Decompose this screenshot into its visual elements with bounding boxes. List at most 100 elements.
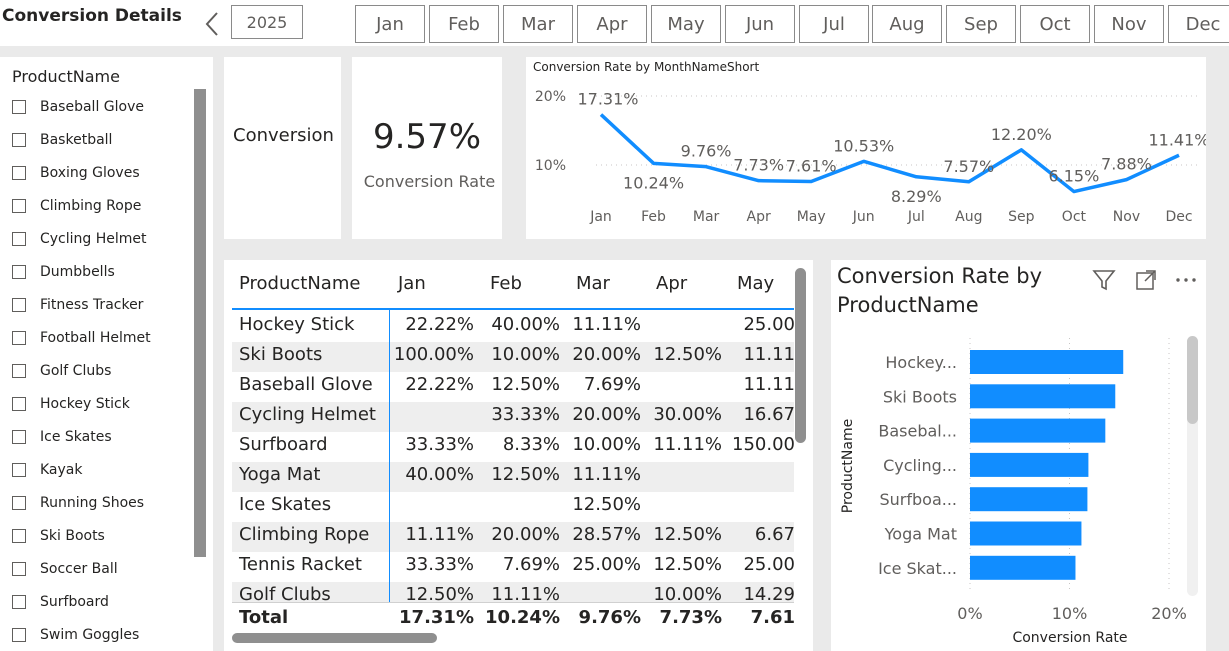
table-cell: 11.11 (743, 374, 795, 395)
month-button-dec[interactable]: Dec (1168, 5, 1229, 43)
month-button-feb[interactable]: Feb (429, 5, 499, 43)
checkbox[interactable] (12, 199, 26, 213)
slicer-scrollbar[interactable] (194, 89, 206, 557)
column-header: Feb (490, 273, 522, 294)
month-button-jul[interactable]: Jul (799, 5, 869, 43)
bar[interactable] (970, 555, 1076, 580)
slicer-item[interactable]: Ice Skates (12, 422, 112, 452)
x-tick-label: Nov (1113, 209, 1140, 225)
bar[interactable] (970, 350, 1124, 374)
header-underline (232, 308, 794, 310)
card-value: 9.57% (372, 117, 481, 157)
bar[interactable] (970, 384, 1116, 409)
month-button-sep[interactable]: Sep (946, 5, 1016, 43)
slicer-item[interactable]: Kayak (12, 455, 83, 485)
bar[interactable] (970, 521, 1082, 546)
checkbox[interactable] (12, 628, 26, 642)
table-cell: 20.00% (491, 524, 560, 545)
slicer-item[interactable]: Boxing Gloves (12, 158, 140, 188)
month-button-oct[interactable]: Oct (1020, 5, 1090, 43)
column-header: ProductName (239, 273, 361, 294)
x-tick-label: Aug (955, 209, 982, 225)
conversion-label-card: Conversion (224, 57, 341, 239)
month-button-nov[interactable]: Nov (1094, 5, 1164, 43)
table-cell: 11.11% (572, 464, 641, 485)
slicer-item[interactable]: Surfboard (12, 587, 109, 617)
checkbox[interactable] (12, 595, 26, 609)
table-cell: 12.50% (653, 344, 722, 365)
month-button-mar[interactable]: Mar (503, 5, 573, 43)
bar[interactable] (970, 452, 1089, 477)
x-axis-title: Conversion Rate (1012, 630, 1127, 646)
x-tick-label: Dec (1165, 209, 1192, 225)
slicer-item[interactable]: Dumbbells (12, 257, 115, 287)
slicer-item[interactable]: Running Shoes (12, 488, 144, 518)
total-cell: 10.24% (485, 607, 560, 628)
total-label: Total (239, 607, 289, 628)
table-cell: 11.11% (653, 434, 722, 455)
checkbox[interactable] (12, 232, 26, 246)
checkbox[interactable] (12, 166, 26, 180)
slicer-item[interactable]: Cycling Helmet (12, 224, 147, 254)
bar[interactable] (970, 487, 1088, 512)
y-tick-label: Yoga Mat (884, 525, 957, 544)
x-tick-label: Oct (1062, 209, 1087, 225)
slicer-item[interactable]: Fitness Tracker (12, 290, 143, 320)
table-cell: 10.00% (491, 344, 560, 365)
slicer-item[interactable]: Basketball (12, 125, 112, 155)
checkbox[interactable] (12, 562, 26, 576)
table-cell: 11.11 (743, 344, 795, 365)
checkbox[interactable] (12, 397, 26, 411)
row-label: Ski Boots (239, 344, 323, 365)
chevron-left-icon[interactable] (202, 10, 222, 38)
checkbox[interactable] (12, 496, 26, 510)
month-button-apr[interactable]: Apr (577, 5, 647, 43)
data-label: 17.31% (577, 90, 638, 109)
slicer-item[interactable]: Soccer Ball (12, 554, 118, 584)
x-tick-label: Feb (641, 209, 666, 225)
data-label: 7.88% (1101, 155, 1152, 174)
column-header: Mar (576, 273, 610, 294)
month-button-aug[interactable]: Aug (872, 5, 942, 43)
table-cell: 30.00% (653, 404, 722, 425)
slicer-item[interactable]: Ski Boots (12, 521, 105, 551)
slicer-item-label: Swim Goggles (40, 627, 140, 643)
table-cell: 12.50% (653, 524, 722, 545)
row-label: Tennis Racket (239, 554, 362, 575)
checkbox[interactable] (12, 265, 26, 279)
checkbox[interactable] (12, 430, 26, 444)
checkbox[interactable] (12, 364, 26, 378)
month-button-jun[interactable]: Jun (725, 5, 795, 43)
total-cell: 17.31% (399, 607, 474, 628)
checkbox[interactable] (12, 331, 26, 345)
slicer-item[interactable]: Swim Goggles (12, 620, 139, 650)
checkbox[interactable] (12, 100, 26, 114)
checkbox[interactable] (12, 529, 26, 543)
slicer-item[interactable]: Climbing Rope (12, 191, 141, 221)
bar[interactable] (970, 418, 1106, 443)
bar-scroll-thumb[interactable] (1187, 336, 1198, 424)
table-cell: 11.11% (405, 524, 474, 545)
slicer-item-label: Soccer Ball (40, 561, 118, 577)
checkbox[interactable] (12, 463, 26, 477)
month-button-may[interactable]: May (651, 5, 721, 43)
bar-scroll-track[interactable] (1187, 336, 1198, 596)
month-button-jan[interactable]: Jan (355, 5, 425, 43)
checkbox[interactable] (12, 298, 26, 312)
table-horizontal-scrollbar[interactable] (232, 633, 437, 643)
year-button[interactable]: 2025 (231, 5, 303, 39)
slicer-item[interactable]: Baseball Glove (12, 92, 144, 122)
checkbox[interactable] (12, 133, 26, 147)
slicer-item-label: Basketball (40, 132, 113, 148)
x-tick-label: Sep (1008, 209, 1035, 225)
slicer-item[interactable]: Golf Clubs (12, 356, 111, 386)
y-axis-title: ProductName (840, 419, 856, 513)
x-tick-label: 20% (1151, 604, 1187, 623)
slicer-item-label: Climbing Rope (40, 198, 142, 214)
slicer-item[interactable]: Hockey Stick (12, 389, 130, 419)
table-cell: 40.00% (491, 314, 560, 335)
table-vertical-scrollbar[interactable] (795, 268, 806, 443)
slicer-title: ProductName (12, 67, 120, 86)
x-tick-label: Apr (747, 209, 771, 225)
slicer-item[interactable]: Football Helmet (12, 323, 151, 353)
